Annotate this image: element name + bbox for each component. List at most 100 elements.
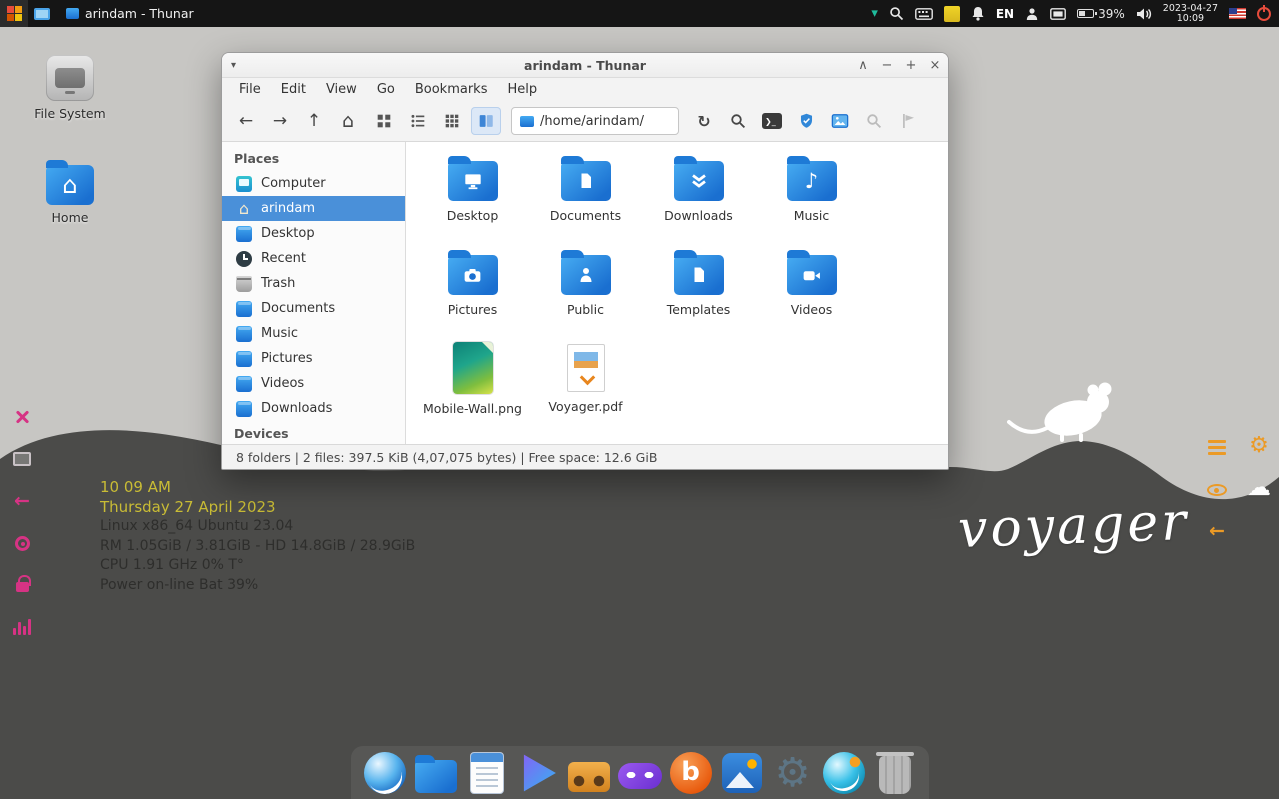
rail-back2-button[interactable]: ← (1205, 519, 1229, 543)
bell-icon[interactable] (971, 6, 985, 21)
search-button[interactable] (723, 107, 753, 135)
file-documents[interactable]: Documents (529, 152, 642, 246)
window-titlebar[interactable]: ▾ arindam - Thunar ∧ − + × (222, 53, 948, 78)
rail-display-button[interactable] (10, 447, 34, 471)
sidebar-item-desktop[interactable]: Desktop (222, 221, 405, 246)
maximize-button[interactable]: + (904, 58, 918, 73)
rail-settings-button[interactable]: ⚙ (1247, 434, 1271, 458)
reload-button[interactable]: ↻ (689, 107, 719, 135)
volume-icon[interactable] (1136, 7, 1152, 21)
dock-text-editor[interactable] (465, 751, 509, 795)
dock-trash[interactable] (873, 751, 917, 795)
eye-icon (1207, 484, 1227, 496)
search-disabled-button[interactable] (859, 107, 889, 135)
dock-browser[interactable] (363, 751, 407, 795)
sticky-note-icon[interactable] (944, 6, 960, 22)
minimize-button[interactable]: − (880, 58, 894, 73)
dock-media-player[interactable] (516, 751, 560, 795)
users-icon[interactable] (1025, 7, 1039, 21)
active-window-title[interactable]: arindam - Thunar (85, 6, 194, 21)
file-desktop[interactable]: Desktop (416, 152, 529, 246)
files-grid: Desktop Documents (406, 142, 948, 434)
close-button[interactable]: × (928, 58, 942, 73)
list-view-button[interactable] (403, 107, 433, 135)
sidebar-item-downloads[interactable]: Downloads (222, 396, 405, 421)
open-terminal-button[interactable]: ❯_ (757, 107, 787, 135)
file-downloads[interactable]: Downloads (642, 152, 755, 246)
file-videos[interactable]: Videos (755, 246, 868, 340)
dock-radio[interactable] (567, 751, 611, 795)
dock-mask-app[interactable] (618, 751, 662, 795)
browser-globe-icon (364, 752, 406, 794)
forward-button[interactable]: → (265, 107, 295, 135)
dual-pane-button[interactable] (471, 107, 501, 135)
file-mobile-wall-png[interactable]: Mobile-Wall.png (416, 340, 529, 434)
drive-icon (46, 55, 94, 101)
keyboard-icon[interactable] (915, 8, 933, 20)
menu-view[interactable]: View (317, 80, 366, 99)
app-launcher-button[interactable] (0, 0, 28, 27)
file-templates[interactable]: Templates (642, 246, 755, 340)
clock-indicator[interactable]: 2023-04-27 10:09 (1163, 4, 1218, 24)
sidebar-item-documents[interactable]: Documents (222, 296, 405, 321)
rail-equalizer-button[interactable] (10, 615, 34, 639)
menu-help[interactable]: Help (498, 80, 546, 99)
sidebar-item-videos[interactable]: Videos (222, 371, 405, 396)
home-icon: ⌂ (236, 201, 252, 217)
wallpaper-icon (831, 113, 849, 129)
up-button[interactable]: ↑ (299, 107, 329, 135)
sidebar-item-trash[interactable]: Trash (222, 271, 405, 296)
home-button[interactable]: ⌂ (333, 107, 363, 135)
files-area[interactable]: Desktop Documents (406, 142, 948, 444)
chevron-down-icon[interactable]: ▾ (871, 6, 878, 21)
power-icon[interactable] (1257, 7, 1271, 21)
battery-indicator[interactable]: 39% (1077, 7, 1125, 21)
rail-menu-button[interactable] (1205, 435, 1229, 459)
security-button[interactable] (791, 107, 821, 135)
dock-web-browser[interactable] (822, 751, 866, 795)
rail-weather-button[interactable]: ☁ (1247, 475, 1271, 499)
sidebar-item-pictures[interactable]: Pictures (222, 346, 405, 371)
tablet-icon[interactable] (1050, 8, 1066, 20)
menu-bookmarks[interactable]: Bookmarks (406, 80, 497, 99)
shade-button[interactable]: ∧ (856, 58, 870, 73)
menu-go[interactable]: Go (368, 80, 404, 99)
desktop-icon-home[interactable]: Home (22, 160, 118, 225)
file-pictures[interactable]: Pictures (416, 246, 529, 340)
sidebar-item-arindam[interactable]: ⌂ arindam (222, 196, 405, 221)
back-button[interactable]: ← (231, 107, 261, 135)
desktop-emblem-icon (448, 161, 498, 201)
menu-edit[interactable]: Edit (272, 80, 315, 99)
language-indicator[interactable]: EN (996, 7, 1014, 21)
menu-file[interactable]: File (230, 80, 270, 99)
sidebar-item-recent[interactable]: Recent (222, 246, 405, 271)
sidebar-item-computer[interactable]: Computer (222, 171, 405, 196)
dock-file-manager[interactable] (414, 751, 458, 795)
dock-b-app[interactable] (669, 751, 713, 795)
rail-starburst-button[interactable] (10, 405, 34, 429)
path-bar[interactable]: /home/arindam/ (511, 107, 679, 135)
compact-view-button[interactable] (437, 107, 467, 135)
file-voyager-pdf[interactable]: Voyager.pdf (529, 340, 642, 434)
rail-lock-button[interactable] (10, 571, 34, 595)
rail-swirl-button[interactable] (10, 531, 34, 555)
flag-disabled-button[interactable] (893, 107, 923, 135)
workspace-button[interactable] (28, 0, 56, 27)
icon-view-button[interactable] (369, 107, 399, 135)
rail-back-button[interactable]: ← (10, 489, 34, 513)
file-music[interactable]: ♪ Music (755, 152, 868, 246)
sidebar-item-music[interactable]: Music (222, 321, 405, 346)
wallpaper-button[interactable] (825, 107, 855, 135)
desktop-icon-filesystem[interactable]: File System (22, 55, 118, 121)
conky-os: Linux x86_64 Ubuntu 23.04 (100, 517, 415, 537)
search-icon[interactable] (889, 6, 904, 21)
battery-icon (1077, 9, 1094, 18)
dock-settings[interactable]: ⚙ (771, 751, 815, 795)
file-public[interactable]: Public (529, 246, 642, 340)
flag-us-icon[interactable] (1229, 8, 1246, 19)
rail-eye-button[interactable] (1205, 478, 1229, 502)
window-menu-icon[interactable]: ▾ (231, 60, 236, 71)
status-bar: 8 folders | 2 files: 397.5 KiB (4,07,075… (222, 444, 948, 469)
mask-icon (618, 763, 662, 789)
dock-photos-app[interactable] (720, 751, 764, 795)
